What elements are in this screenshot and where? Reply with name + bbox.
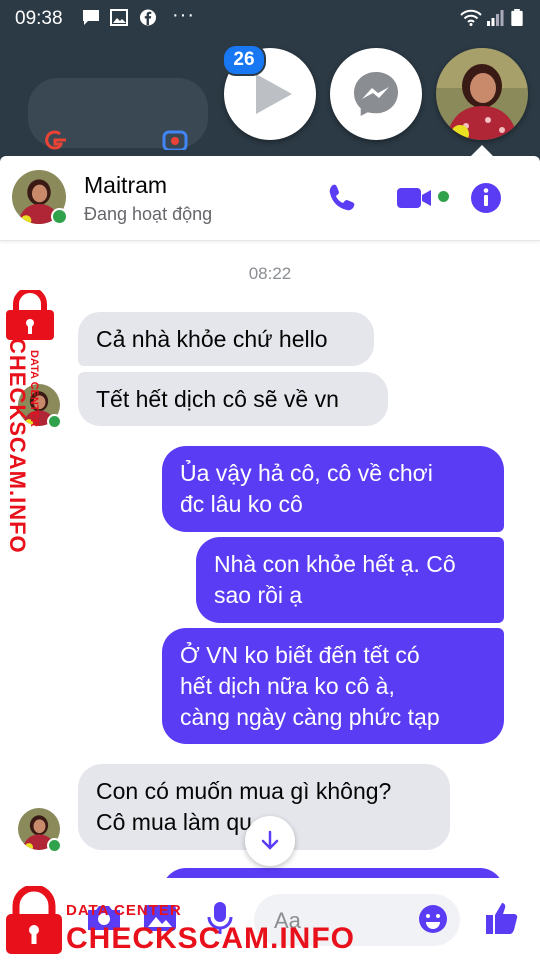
padlock-watermark-icon [6, 886, 62, 954]
watermark-side-small-label: DATA CENTER [28, 350, 40, 427]
google-g-icon [45, 130, 66, 150]
wifi-icon [460, 9, 482, 26]
battery-icon [511, 9, 523, 26]
unread-count-badge: 26 [222, 44, 266, 76]
scroll-to-bottom-button[interactable] [245, 816, 295, 866]
watermark-side-label: CHECKSCAM.INFO [5, 338, 30, 554]
watermark-vertical: CHECKSCAM.INFO DATA CENTER [4, 338, 40, 554]
outgoing-message[interactable]: Ủa vậy hả cô, cô về chơi đc lâu ko cô [162, 446, 504, 532]
like-thumb-icon[interactable] [482, 898, 522, 938]
conversation-header: Maitram Đang hoạt động [0, 156, 540, 241]
status-bar: 09:38 ··· [0, 0, 540, 36]
watermark-label: CHECKSCAM.INFO [66, 922, 355, 955]
contact-status: Đang hoạt động [84, 204, 213, 224]
message-icon [83, 10, 99, 25]
voice-call-button[interactable] [322, 178, 362, 218]
outgoing-message[interactable]: Nhà con khỏe hết ạ. Cô sao rồi ạ [196, 537, 504, 623]
video-available-dot [438, 191, 449, 202]
avatar [436, 48, 528, 140]
contact-name[interactable]: Maitram [84, 172, 167, 199]
outgoing-message[interactable]: Ở VN ko biết đến tết có hết dịch nữa ko … [162, 628, 504, 744]
status-time: 09:38 [15, 8, 63, 29]
image-icon [110, 9, 128, 26]
lens-camera-icon[interactable] [162, 130, 188, 150]
messenger-chat-head[interactable] [330, 48, 422, 140]
incoming-message[interactable]: Tết hết dịch cô sẽ về vn [78, 372, 388, 426]
play-icon [256, 74, 292, 114]
watermark-small-label: DATA CENTER [66, 902, 182, 919]
messenger-icon [354, 72, 398, 116]
online-status-dot [47, 414, 62, 429]
signal-icon [487, 10, 504, 26]
padlock-watermark-icon [6, 290, 54, 340]
arrow-down-icon [261, 830, 279, 850]
facebook-icon [139, 9, 157, 26]
google-search-widget[interactable] [28, 78, 208, 150]
info-button[interactable] [466, 178, 506, 218]
message-timestamp: 08:22 [248, 264, 292, 283]
incoming-message[interactable]: Cả nhà khỏe chứ hello [78, 312, 374, 366]
online-status-dot [51, 208, 68, 225]
more-dots-icon: ··· [172, 4, 195, 26]
contact-chat-head[interactable] [436, 48, 528, 140]
video-call-button[interactable] [394, 178, 434, 218]
emoji-icon[interactable] [416, 902, 450, 936]
online-status-dot [47, 838, 62, 853]
